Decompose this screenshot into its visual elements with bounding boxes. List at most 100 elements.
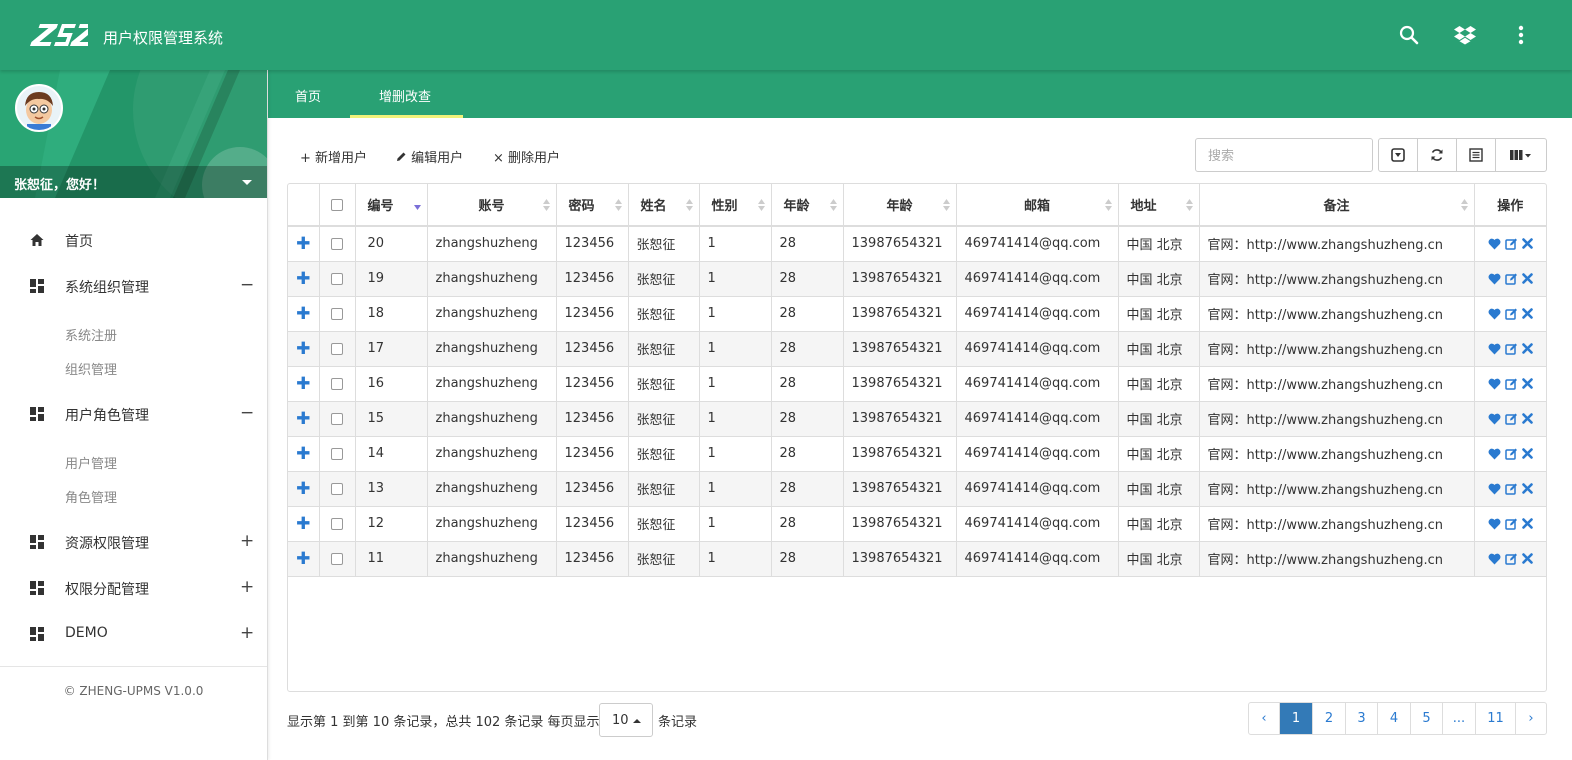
delete-icon[interactable]	[1521, 518, 1533, 529]
page-11[interactable]: 11	[1476, 703, 1516, 734]
expand-row-icon[interactable]: ✚	[296, 374, 310, 394]
row-checkbox[interactable]	[331, 412, 343, 425]
toggle-view-button[interactable]	[1457, 139, 1496, 171]
sidebar-subitem-org-manage[interactable]: 组织管理	[65, 359, 117, 378]
edit-icon[interactable]	[1505, 272, 1518, 285]
table-row[interactable]: ✚ 16 zhangshuzheng 123456 张恕征 1 28 13987654321 4…	[288, 366, 1546, 402]
expand-row-icon[interactable]: ✚	[296, 269, 310, 289]
sidebar-subitem-role-manage[interactable]: 角色管理	[65, 487, 117, 506]
expand-row-icon[interactable]: ✚	[296, 479, 310, 499]
tab-home[interactable]: 首页	[268, 70, 350, 118]
refresh-button[interactable]	[1418, 139, 1457, 171]
page-1[interactable]: 1	[1280, 703, 1313, 734]
heart-icon[interactable]	[1488, 413, 1501, 425]
sidebar-item-user-role[interactable]: 用户角色管理 −	[0, 398, 267, 430]
column-header-account[interactable]: 账号	[427, 184, 557, 227]
delete-user-button[interactable]: × 删除用户	[493, 147, 560, 166]
collapse-icon[interactable]: −	[240, 275, 254, 295]
expand-icon[interactable]: +	[240, 577, 254, 597]
row-checkbox[interactable]	[331, 237, 343, 250]
expand-icon[interactable]: +	[240, 623, 254, 643]
sidebar-item-resource-permission[interactable]: 资源权限管理 +	[0, 526, 267, 558]
heart-icon[interactable]	[1488, 378, 1501, 390]
edit-icon[interactable]	[1505, 307, 1518, 320]
heart-icon[interactable]	[1488, 238, 1501, 250]
table-row[interactable]: ✚ 12 zhangshuzheng 123456 张恕征 1 28 13987654321 4…	[288, 506, 1546, 542]
dropbox-icon[interactable]	[1452, 22, 1478, 48]
delete-icon[interactable]	[1521, 343, 1533, 354]
add-user-button[interactable]: + 新增用户	[300, 147, 367, 166]
toggle-pagination-button[interactable]	[1379, 139, 1418, 171]
chevron-down-icon[interactable]	[242, 180, 252, 185]
row-checkbox[interactable]	[331, 342, 343, 355]
column-header-id[interactable]: 编号	[355, 184, 428, 227]
row-checkbox[interactable]	[331, 447, 343, 460]
sidebar-item-system-org[interactable]: 系统组织管理 −	[0, 270, 267, 302]
expand-row-icon[interactable]: ✚	[296, 234, 310, 254]
page-4[interactable]: 4	[1378, 703, 1411, 734]
sidebar-subitem-system-register[interactable]: 系统注册	[65, 325, 117, 344]
delete-icon[interactable]	[1521, 273, 1533, 284]
edit-icon[interactable]	[1505, 412, 1518, 425]
heart-icon[interactable]	[1488, 343, 1501, 355]
page-2[interactable]: 2	[1313, 703, 1346, 734]
table-row[interactable]: ✚ 19 zhangshuzheng 123456 张恕征 1 28 13987654321 4…	[288, 261, 1546, 297]
avatar[interactable]	[15, 84, 63, 132]
column-header-password[interactable]: 密码	[556, 184, 629, 227]
table-row[interactable]: ✚ 20 zhangshuzheng 123456 张恕征 1 28 13987654321 4…	[288, 226, 1546, 262]
table-row[interactable]: ✚ 15 zhangshuzheng 123456 张恕征 1 28 13987654321 4…	[288, 401, 1546, 437]
expand-row-icon[interactable]: ✚	[296, 549, 310, 569]
page-5[interactable]: 5	[1411, 703, 1443, 734]
delete-icon[interactable]	[1521, 378, 1533, 389]
delete-icon[interactable]	[1521, 553, 1533, 564]
column-header-name[interactable]: 姓名	[628, 184, 700, 227]
page-prev[interactable]: ‹	[1249, 703, 1280, 734]
row-checkbox[interactable]	[331, 272, 343, 285]
more-vert-icon[interactable]	[1508, 22, 1534, 48]
delete-icon[interactable]	[1521, 238, 1533, 250]
heart-icon[interactable]	[1488, 273, 1501, 285]
row-checkbox[interactable]	[331, 377, 343, 390]
heart-icon[interactable]	[1488, 553, 1501, 565]
sidebar-item-home[interactable]: 首页	[0, 224, 267, 256]
tab-crud[interactable]: 增删改查	[350, 70, 463, 118]
table-row[interactable]: ✚ 17 zhangshuzheng 123456 张恕征 1 28 13987654321 4…	[288, 331, 1546, 367]
edit-user-button[interactable]: 编辑用户	[396, 147, 463, 166]
table-row[interactable]: ✚ 14 zhangshuzheng 123456 张恕征 1 28 13987654321 4…	[288, 436, 1546, 472]
row-checkbox[interactable]	[331, 307, 343, 320]
expand-row-icon[interactable]: ✚	[296, 304, 310, 324]
expand-row-icon[interactable]: ✚	[296, 339, 310, 359]
page-size-dropdown[interactable]: 10	[599, 703, 653, 737]
edit-icon[interactable]	[1505, 377, 1518, 390]
sidebar-item-permission-assign[interactable]: 权限分配管理 +	[0, 572, 267, 604]
edit-icon[interactable]	[1505, 552, 1518, 565]
edit-icon[interactable]	[1505, 447, 1518, 460]
edit-icon[interactable]	[1505, 482, 1518, 495]
row-checkbox[interactable]	[331, 552, 343, 565]
expand-row-icon[interactable]: ✚	[296, 444, 310, 464]
row-checkbox[interactable]	[331, 517, 343, 530]
column-header-gender[interactable]: 性别	[699, 184, 772, 227]
delete-icon[interactable]	[1521, 413, 1533, 424]
expand-row-icon[interactable]: ✚	[296, 514, 310, 534]
search-input[interactable]	[1195, 138, 1373, 172]
column-header-address[interactable]: 地址	[1118, 184, 1200, 227]
column-header-age[interactable]: 年龄	[771, 184, 844, 227]
column-header-phone[interactable]: 年龄	[843, 184, 957, 227]
edit-icon[interactable]	[1505, 342, 1518, 355]
table-row[interactable]: ✚ 11 zhangshuzheng 123456 张恕征 1 28 13987654321 4…	[288, 541, 1546, 577]
heart-icon[interactable]	[1488, 308, 1501, 320]
page-3[interactable]: 3	[1346, 703, 1378, 734]
sidebar-subitem-user-manage[interactable]: 用户管理	[65, 453, 117, 472]
page-next[interactable]: ›	[1516, 703, 1546, 734]
delete-icon[interactable]	[1521, 448, 1533, 459]
sidebar-item-demo[interactable]: DEMO +	[0, 618, 267, 650]
collapse-icon[interactable]: −	[240, 403, 254, 423]
select-all-checkbox[interactable]	[331, 198, 343, 211]
edit-icon[interactable]	[1505, 517, 1518, 530]
search-icon[interactable]	[1396, 22, 1422, 48]
heart-icon[interactable]	[1488, 518, 1501, 530]
table-row[interactable]: ✚ 18 zhangshuzheng 123456 张恕征 1 28 13987654321 4…	[288, 296, 1546, 332]
edit-icon[interactable]	[1505, 237, 1518, 250]
column-header-remark[interactable]: 备注	[1199, 184, 1475, 227]
